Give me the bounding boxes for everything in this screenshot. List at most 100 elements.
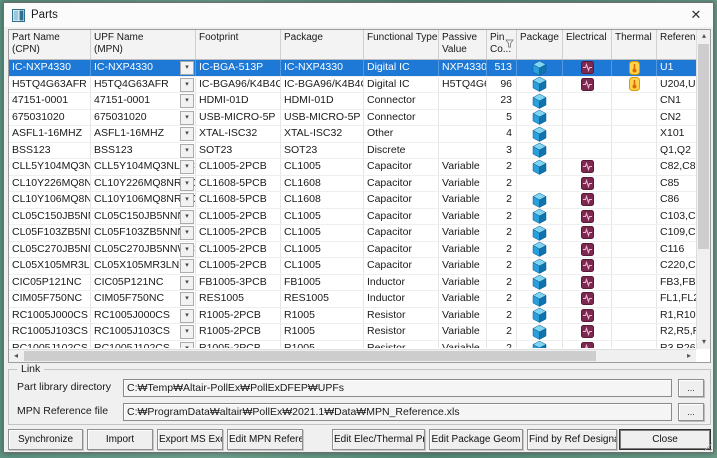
horizontal-scrollbar[interactable]: ◂ ▸ [9, 349, 696, 362]
mpn-dropdown-icon[interactable]: ▾ [180, 78, 194, 92]
mpn-dropdown-icon[interactable]: ▾ [180, 177, 194, 191]
table-row[interactable]: CL05C270JB5NNWCCL05C270JB5NNWC▾CL1005-2P… [9, 242, 710, 259]
mpn-value: ASFL1-16MHZ [94, 127, 164, 139]
package-cube-icon [532, 192, 547, 208]
package-cube-icon [532, 209, 547, 225]
mpn-dropdown-icon[interactable]: ▾ [180, 61, 194, 75]
filter-icon[interactable] [505, 39, 514, 48]
column-header-footprint[interactable]: Footprint [196, 30, 281, 59]
import-button[interactable]: Import [87, 429, 153, 450]
table-row[interactable]: CIC05P121NCCIC05P121NC▾FB1005-3PCBFB1005… [9, 275, 710, 292]
mpn-dropdown-icon[interactable]: ▾ [180, 226, 194, 240]
cell-thermal [612, 159, 657, 175]
mpn-reference-label: MPN Reference file [17, 405, 108, 417]
close-button[interactable]: Close [619, 429, 711, 450]
mpn-dropdown-icon[interactable]: ▾ [180, 94, 194, 108]
package-cube-icon [532, 93, 547, 109]
table-row[interactable]: 47151-000147151-0001▾HDMI-01DHDMI-01DCon… [9, 93, 710, 110]
cell-upf-name-combo: CL10Y106MQ8NRNC▾ [91, 192, 196, 208]
mpn-dropdown-icon[interactable]: ▾ [180, 193, 194, 207]
package-cube-icon [532, 341, 547, 349]
table-row[interactable]: H5TQ4G63AFRH5TQ4G63AFR▾IC-BGA96/K4B4G16I… [9, 77, 710, 94]
electrical-property-icon [581, 342, 594, 348]
cell-footprint: FB1005-3PCB [196, 275, 281, 291]
scroll-right-icon[interactable]: ▸ [682, 350, 696, 363]
titlebar[interactable]: Parts ✕ [4, 3, 713, 27]
table-row[interactable]: CLL5Y104MQ3NLNCCLL5Y104MQ3NLNC▾CL1005-2P… [9, 159, 710, 176]
table-row[interactable]: CL10Y226MQ8NRNCCL10Y226MQ8NRNC▾CL1608-5P… [9, 176, 710, 193]
mpn-dropdown-icon[interactable]: ▾ [180, 144, 194, 158]
mpn-dropdown-icon[interactable]: ▾ [180, 342, 194, 349]
export-ms-excel-button[interactable]: Export MS Excel [157, 429, 223, 450]
cell-functional-type: Other [364, 126, 439, 142]
cell-part-name-cpn: CL05C150JB5NNND [9, 209, 91, 225]
column-header-pin-count[interactable]: Pin Co... [487, 30, 517, 59]
column-header-passive-value[interactable]: Passive Value [439, 30, 487, 59]
mpn-value: CIC05P121NC [94, 276, 163, 288]
table-row[interactable]: CL05F103ZB5NNNCCL05F103ZB5NNNC▾CL1005-2P… [9, 225, 710, 242]
edit-elec-thermal-prop-button[interactable]: Edit Elec/Thermal Prop [332, 429, 425, 450]
table-row[interactable]: CIM05F750NCCIM05F750NC▾RES1005RES1005Ind… [9, 291, 710, 308]
cell-part-name-cpn: BSS123 [9, 143, 91, 159]
mpn-reference-browse-button[interactable]: ... [678, 403, 704, 421]
column-header-reference[interactable]: Referen [657, 30, 698, 59]
table-row[interactable]: IC-NXP4330IC-NXP4330▾IC-BGA-513PIC-NXP43… [9, 60, 710, 77]
mpn-dropdown-icon[interactable]: ▾ [180, 127, 194, 141]
cell-thermal [612, 143, 657, 159]
table-row[interactable]: ASFL1-16MHZASFL1-16MHZ▾XTAL-ISC32XTAL-IS… [9, 126, 710, 143]
cell-functional-type: Capacitor [364, 176, 439, 192]
edit-package-geom-button[interactable]: Edit Package Geom [429, 429, 523, 450]
column-header-thermal[interactable]: Thermal [612, 30, 657, 59]
table-row[interactable]: CL05C150JB5NNNDCL05C150JB5NNND▾CL1005-2P… [9, 209, 710, 226]
mpn-dropdown-icon[interactable]: ▾ [180, 325, 194, 339]
edit-mpn-reference-button[interactable]: Edit MPN Reference [227, 429, 303, 450]
table-row[interactable]: 675031020675031020▾USB-MICRO-5PUSB-MICRO… [9, 110, 710, 127]
part-library-directory-field[interactable]: C:₩Temp₩Altair-PollEx₩PollExDFEP₩UPFs [123, 379, 672, 397]
column-header-part-name-cpn[interactable]: Part Name (CPN) [9, 30, 91, 59]
cell-part-name-cpn: RC1005J103CS [9, 324, 91, 340]
cell-package: CL1608 [281, 192, 364, 208]
mpn-dropdown-icon[interactable]: ▾ [180, 210, 194, 224]
table-row[interactable]: RC1005J102CSRC1005J102CS▾R1005-2PCBR1005… [9, 341, 710, 349]
mpn-dropdown-icon[interactable]: ▾ [180, 309, 194, 323]
column-header-electrical[interactable]: Electrical [563, 30, 612, 59]
mpn-reference-file-field[interactable]: C:₩ProgramData₩altair₩PollEx₩2021.1₩Data… [123, 403, 672, 421]
find-by-ref-designator-button[interactable]: Find by Ref Designator [527, 429, 617, 450]
cell-passive-value: H5TQ4G63AFR [439, 77, 487, 93]
electrical-property-icon [581, 78, 594, 91]
cell-package: HDMI-01D [281, 93, 364, 109]
column-header-package-icon[interactable]: Package [517, 30, 563, 59]
horizontal-scroll-thumb[interactable] [24, 351, 596, 361]
close-icon[interactable]: ✕ [679, 3, 713, 27]
mpn-dropdown-icon[interactable]: ▾ [180, 259, 194, 273]
mpn-dropdown-icon[interactable]: ▾ [180, 276, 194, 290]
scroll-up-icon[interactable]: ▴ [697, 30, 711, 43]
mpn-dropdown-icon[interactable]: ▾ [180, 243, 194, 257]
mpn-dropdown-icon[interactable]: ▾ [180, 292, 194, 306]
cell-reference: C82,C83 [657, 159, 698, 175]
mpn-value: 675031020 [94, 111, 147, 123]
table-row[interactable]: BSS123BSS123▾SOT23SOT23Discrete3Q1,Q2 [9, 143, 710, 160]
part-library-browse-button[interactable]: ... [678, 379, 704, 397]
mpn-value: CL05C150JB5NNND [94, 210, 193, 222]
table-row[interactable]: CL10Y106MQ8NRNCCL10Y106MQ8NRNC▾CL1608-5P… [9, 192, 710, 209]
column-header-upf-name-mpn[interactable]: UPF Name (MPN) [91, 30, 196, 59]
vertical-scrollbar[interactable]: ▴ ▾ [696, 30, 710, 349]
cell-electrical [563, 93, 612, 109]
cell-thermal [612, 341, 657, 349]
column-header-package[interactable]: Package [281, 30, 364, 59]
cell-upf-name-combo: CIC05P121NC ▾ [91, 275, 196, 291]
table-row[interactable]: CL05X105MR3LNNHCL05X105MR3LNNH▾CL1005-2P… [9, 258, 710, 275]
scroll-left-icon[interactable]: ◂ [9, 350, 23, 363]
mpn-dropdown-icon[interactable]: ▾ [180, 160, 194, 174]
mpn-dropdown-icon[interactable]: ▾ [180, 111, 194, 125]
cell-part-name-cpn: CL05F103ZB5NNNC [9, 225, 91, 241]
cell-package-icon [517, 192, 563, 208]
scroll-down-icon[interactable]: ▾ [697, 336, 711, 349]
table-row[interactable]: RC1005J000CSRC1005J000CS▾R1005-2PCBR1005… [9, 308, 710, 325]
synchronize-button[interactable]: Synchronize [8, 429, 83, 450]
column-header-functional-type[interactable]: Functional Type [364, 30, 439, 59]
cell-thermal [612, 209, 657, 225]
table-row[interactable]: RC1005J103CSRC1005J103CS▾R1005-2PCBR1005… [9, 324, 710, 341]
vertical-scroll-thumb[interactable] [698, 44, 709, 249]
